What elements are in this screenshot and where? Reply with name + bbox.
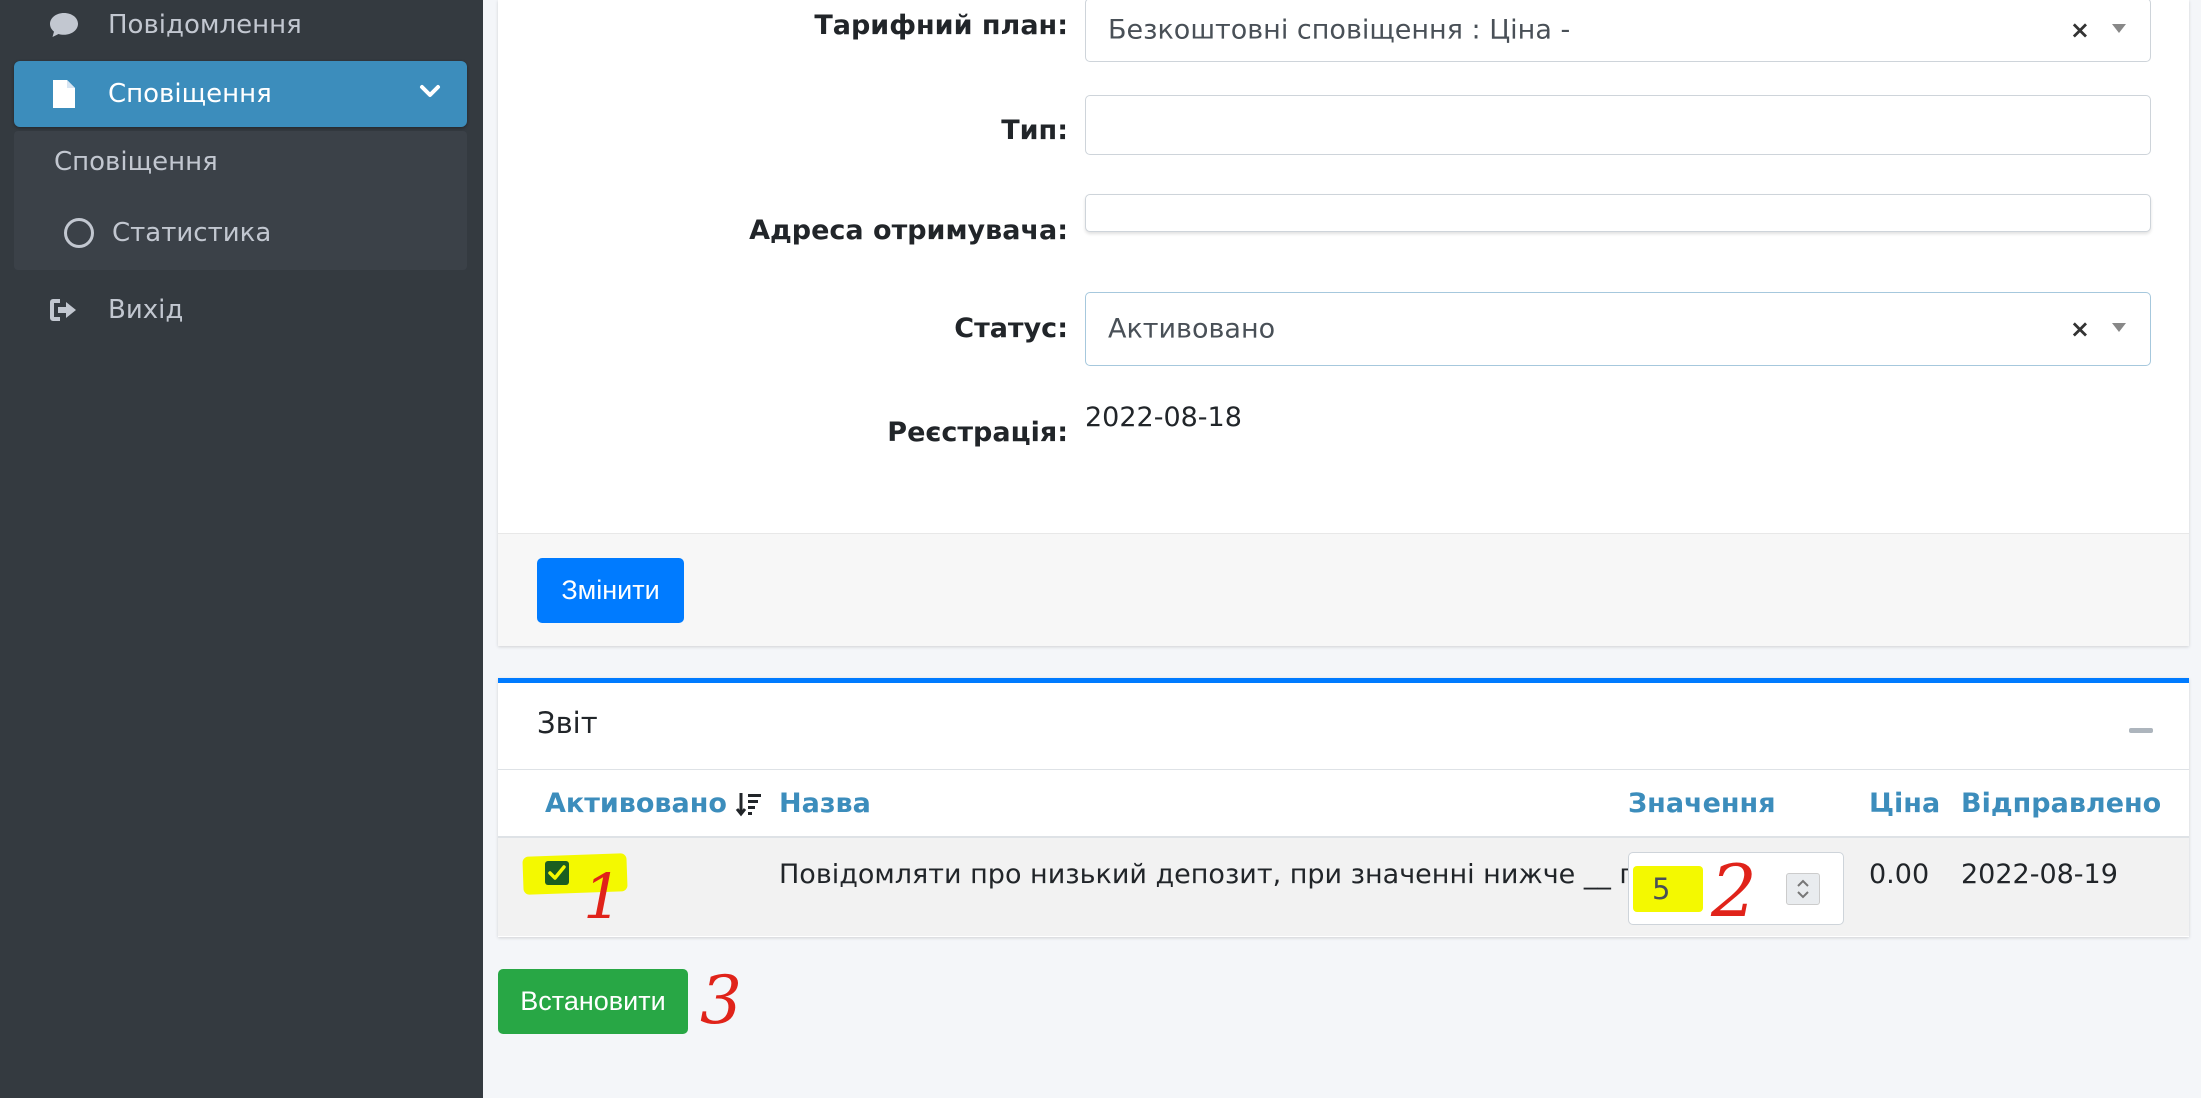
registration-label: Реєстрація:	[887, 417, 1068, 448]
caret-down-icon[interactable]	[2112, 323, 2126, 332]
circle-icon	[64, 218, 94, 248]
file-icon	[46, 76, 82, 112]
status-select[interactable]: Активовано ×	[1085, 292, 2151, 366]
sidebar-item-messages[interactable]: Повідомлення	[14, 2, 467, 48]
clear-icon[interactable]: ×	[2070, 16, 2090, 44]
column-header-label: Назва	[779, 788, 871, 819]
column-header-sent[interactable]: Відправлено	[1961, 788, 2161, 819]
submenu-item-statistics[interactable]: Статистика	[64, 218, 271, 248]
divider	[498, 769, 2189, 770]
annotation-1: 1	[583, 860, 623, 933]
chevron-down-icon	[419, 79, 441, 109]
value-number: 5	[1652, 872, 1671, 906]
spinner-icon[interactable]	[1786, 873, 1820, 905]
annotation-2: 2	[1711, 849, 1757, 933]
caret-down-icon[interactable]	[2112, 24, 2126, 33]
registration-date: 2022-08-18	[1085, 402, 1242, 433]
report-title: Звіт	[537, 706, 598, 740]
sign-out-icon	[46, 292, 82, 328]
sidebar-item-label: Вихід	[108, 295, 184, 325]
column-header-label: Активовано	[545, 788, 727, 819]
submenu-item-label: Сповіщення	[54, 147, 218, 177]
column-header-label: Ціна	[1869, 788, 1941, 819]
column-header-price[interactable]: Ціна	[1869, 788, 1940, 819]
notification-name: Повідомляти про низький депозит, при зна…	[779, 859, 1669, 890]
sidebar-submenu: Сповіщення Статистика	[14, 131, 467, 270]
change-button[interactable]: Змінити	[537, 558, 684, 623]
status-value: Активовано	[1108, 313, 1276, 345]
column-header-label: Відправлено	[1961, 788, 2162, 819]
activated-checkbox[interactable]	[545, 861, 569, 885]
clear-icon[interactable]: ×	[2070, 315, 2090, 343]
minus-icon[interactable]	[2129, 728, 2153, 733]
tariff-select[interactable]: Безкоштовні сповіщення : Ціна - ×	[1085, 0, 2151, 62]
form-card-footer	[498, 533, 2189, 646]
column-header-value[interactable]: Значення	[1628, 788, 1776, 819]
comment-icon	[46, 7, 82, 43]
annotation-3: 3	[700, 962, 742, 1039]
submenu-item-notifications[interactable]: Сповіщення	[54, 147, 218, 177]
value-number-input[interactable]: 5 2	[1628, 849, 1844, 933]
sidebar: Повідомлення Сповіщення Сповіщення Стати…	[0, 0, 483, 1098]
submenu-item-label: Статистика	[112, 218, 272, 248]
column-header-label: Значення	[1628, 788, 1776, 819]
column-header-name[interactable]: Назва	[779, 788, 871, 819]
tariff-value: Безкоштовні сповіщення : Ціна -	[1108, 14, 1571, 46]
sidebar-item-label: Повідомлення	[108, 10, 302, 40]
tariff-label: Тарифний план:	[814, 10, 1068, 41]
sidebar-item-notifications[interactable]: Сповіщення	[14, 61, 467, 127]
column-header-activated[interactable]: Активовано	[545, 788, 763, 819]
address-label: Адреса отримувача:	[749, 215, 1068, 246]
set-button[interactable]: Встановити	[498, 969, 688, 1034]
type-input[interactable]	[1085, 95, 2151, 155]
sidebar-item-logout[interactable]: Вихід	[14, 287, 467, 333]
status-label: Статус:	[954, 313, 1068, 344]
address-input[interactable]	[1085, 194, 2151, 232]
sort-icon[interactable]	[735, 791, 763, 817]
type-label: Тип:	[1001, 115, 1068, 146]
price-cell: 0.00	[1869, 859, 1930, 890]
sent-date-cell: 2022-08-19	[1961, 859, 2118, 890]
sidebar-item-label: Сповіщення	[108, 79, 272, 109]
